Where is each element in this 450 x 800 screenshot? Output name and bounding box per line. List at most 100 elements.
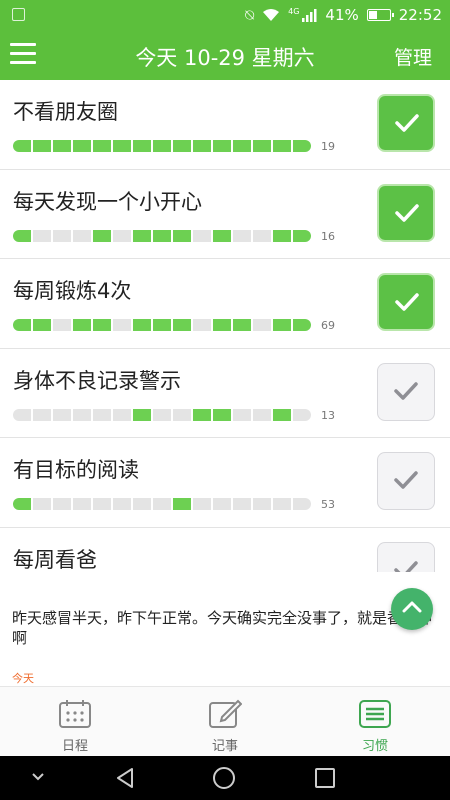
- progress-segment-done: [133, 319, 151, 331]
- progress-segment-done: [153, 319, 171, 331]
- checkmark-icon: [395, 114, 419, 132]
- note-date: 今天: [12, 672, 34, 685]
- progress-segment-empty: [133, 498, 151, 510]
- habit-progress-bar: [13, 229, 311, 242]
- habit-progress-bar: [13, 140, 311, 152]
- note-text: 昨天感冒半天，昨下午正常。今天确实完全没事了，就是香大神啊: [12, 609, 433, 647]
- checkmark-icon: [394, 560, 418, 572]
- habit-checkbox-checked[interactable]: [377, 183, 435, 242]
- progress-segment-done: [13, 229, 31, 242]
- recent-apps-icon[interactable]: [315, 768, 335, 788]
- progress-segment-empty: [293, 408, 311, 421]
- habit-list[interactable]: 不看朋友圈 19 每天发现一个小开心 16 每周锻炼4次 69 身体不良记录警示 13 有目标的…: [0, 80, 450, 572]
- habit-checkbox-unchecked[interactable]: [377, 541, 435, 572]
- progress-segment-empty: [233, 229, 251, 242]
- checkmark-icon: [395, 293, 419, 311]
- status-bar: ⍉ 4G 41% 22:52: [0, 0, 450, 30]
- habit-row[interactable]: 每天发现一个小开心 16: [0, 170, 450, 259]
- progress-segment-done: [173, 319, 191, 331]
- progress-segment-done: [253, 140, 271, 152]
- progress-segment-done: [273, 140, 291, 152]
- progress-segment-done: [293, 319, 311, 331]
- progress-segment-empty: [113, 319, 131, 331]
- progress-segment-done: [273, 319, 291, 331]
- progress-segment-done: [33, 319, 51, 331]
- progress-segment-done: [73, 140, 91, 152]
- scroll-to-top-button[interactable]: [391, 588, 433, 630]
- progress-segment-empty: [113, 408, 131, 421]
- nav-tab-habits[interactable]: 习惯: [300, 687, 450, 757]
- checkmark-icon: [394, 381, 418, 400]
- habit-row[interactable]: 每周看爸: [0, 528, 450, 572]
- habit-name: 每周锻炼4次: [13, 279, 132, 303]
- status-icons: ⍉ 4G 41% 22:52: [245, 6, 442, 24]
- progress-segment-empty: [33, 498, 51, 510]
- manage-button[interactable]: 管理: [394, 43, 432, 70]
- progress-segment-empty: [13, 408, 31, 421]
- progress-segment-empty: [53, 229, 71, 242]
- checkmark-icon: [395, 203, 419, 222]
- habit-row[interactable]: 有目标的阅读 53: [0, 438, 450, 528]
- back-icon[interactable]: [115, 767, 135, 789]
- habit-streak-count: 13: [321, 408, 335, 422]
- mute-icon: ⍉: [245, 6, 255, 24]
- bottom-navigation: 日程 记事 习惯: [0, 686, 450, 756]
- progress-segment-empty: [113, 229, 131, 242]
- note-section[interactable]: 昨天感冒半天，昨下午正常。今天确实完全没事了，就是香大神啊 今天: [0, 596, 450, 686]
- habit-name: 身体不良记录警示: [13, 368, 181, 393]
- progress-segment-done: [33, 140, 51, 152]
- battery-icon: [366, 9, 394, 21]
- progress-segment-empty: [73, 498, 91, 510]
- app-screen: ⍉ 4G 41% 22:52 今天 10-29 星期六 管理 不看朋友圈 19 每天…: [0, 0, 450, 800]
- habit-progress-bar: [13, 408, 311, 421]
- chevron-up-icon: [402, 601, 422, 613]
- progress-segment-done: [273, 408, 291, 421]
- progress-segment-empty: [173, 408, 191, 421]
- notification-icon: [12, 8, 25, 21]
- habit-row[interactable]: 每周锻炼4次 69: [0, 259, 450, 349]
- habit-streak-count: 53: [321, 498, 335, 511]
- progress-segment-done: [53, 140, 71, 152]
- progress-segment-done: [213, 229, 231, 242]
- progress-segment-done: [293, 229, 311, 242]
- progress-segment-empty: [33, 408, 51, 421]
- progress-segment-empty: [73, 408, 91, 421]
- progress-segment-done: [93, 319, 111, 331]
- habit-name: 每天发现一个小开心: [13, 189, 202, 214]
- habit-checkbox-unchecked[interactable]: [377, 452, 435, 510]
- habit-checkbox-unchecked[interactable]: [377, 362, 435, 421]
- chevron-down-icon[interactable]: [31, 770, 45, 784]
- progress-segment-empty: [193, 319, 211, 331]
- list-icon: [359, 700, 391, 728]
- progress-segment-done: [173, 140, 191, 152]
- calendar-icon: [59, 700, 91, 728]
- progress-segment-done: [73, 319, 91, 331]
- progress-segment-done: [213, 408, 231, 421]
- progress-segment-done: [93, 140, 111, 152]
- habit-checkbox-checked[interactable]: [377, 94, 435, 152]
- progress-segment-done: [113, 140, 131, 152]
- habit-streak-count: 19: [321, 140, 335, 153]
- home-icon[interactable]: [213, 767, 235, 789]
- progress-segment-empty: [113, 498, 131, 510]
- nav-tab-schedule[interactable]: 日程: [0, 687, 150, 757]
- habit-row[interactable]: 身体不良记录警示 13: [0, 349, 450, 438]
- progress-segment-done: [133, 140, 151, 152]
- progress-segment-done: [13, 319, 31, 331]
- progress-segment-empty: [93, 408, 111, 421]
- habit-row[interactable]: 不看朋友圈 19: [0, 80, 450, 170]
- nav-tab-schedule-label: 日程: [61, 739, 88, 754]
- nav-tab-notes[interactable]: 记事: [150, 687, 300, 757]
- nav-tab-notes-label: 记事: [211, 739, 238, 754]
- clock: 22:52: [398, 6, 442, 24]
- progress-segment-empty: [153, 498, 171, 510]
- progress-segment-done: [193, 408, 211, 421]
- signal-icon: [302, 9, 317, 22]
- wifi-icon: [263, 9, 280, 21]
- progress-segment-done: [273, 229, 291, 242]
- habit-name: 不看朋友圈: [13, 100, 118, 124]
- progress-segment-empty: [153, 408, 171, 421]
- habit-checkbox-checked[interactable]: [377, 273, 435, 331]
- progress-segment-empty: [253, 229, 271, 242]
- progress-segment-empty: [253, 408, 271, 421]
